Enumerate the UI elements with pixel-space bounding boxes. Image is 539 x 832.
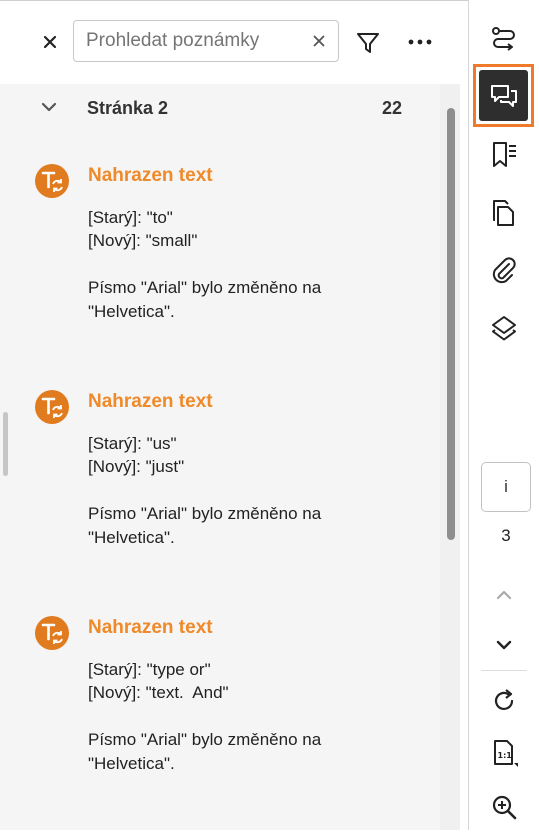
- note-new-text: [Nový]: "text. And": [88, 683, 229, 702]
- collapse-section-button[interactable]: [40, 100, 58, 118]
- search-box: [73, 20, 339, 62]
- layers-icon: [492, 316, 516, 341]
- top-divider: [0, 0, 468, 1]
- compare-icon: [492, 27, 515, 51]
- text-replace-icon: [41, 397, 63, 418]
- note-title: Nahrazen text: [88, 617, 213, 638]
- zoom-in-icon: [492, 795, 517, 820]
- note-new-text: [Nový]: "small": [88, 231, 198, 250]
- note-old-text: [Starý]: "to": [88, 208, 173, 227]
- note-old-text: [Starý]: "us": [88, 434, 177, 453]
- attachments-button[interactable]: [479, 246, 529, 296]
- bookmarks-button[interactable]: [479, 130, 529, 180]
- compare-button[interactable]: [479, 14, 529, 64]
- pages-button[interactable]: [479, 188, 529, 238]
- comments-icon: [490, 84, 517, 107]
- panel-resize-handle[interactable]: [3, 412, 8, 476]
- layers-button[interactable]: [479, 304, 529, 354]
- close-panel-button[interactable]: [38, 30, 62, 54]
- close-icon: [43, 35, 57, 49]
- comments-button[interactable]: [473, 64, 534, 127]
- previous-page-button[interactable]: [479, 570, 529, 620]
- page-section-title: Stránka 2: [87, 98, 169, 118]
- note-item[interactable]: Nahrazen text [Starý]: "to" [Nový]: "sma…: [0, 164, 440, 364]
- note-item[interactable]: Nahrazen text [Starý]: "us" [Nový]: "jus…: [0, 390, 440, 590]
- filter-button[interactable]: [355, 30, 381, 56]
- clear-search-button[interactable]: [310, 32, 328, 50]
- chevron-down-icon: [496, 640, 512, 650]
- text-replace-icon: [41, 623, 63, 644]
- zoom-in-button[interactable]: [479, 782, 529, 832]
- comments-panel: Stránka 2 22 Nahrazen text [Starý]: "to"…: [0, 0, 468, 830]
- note-old-text: [Starý]: "type or": [88, 660, 211, 679]
- filter-icon: [357, 33, 379, 53]
- page-section-count: 22: [381, 98, 402, 118]
- note-avatar: [35, 164, 69, 198]
- current-page-input[interactable]: i: [481, 462, 531, 512]
- rail-divider: [481, 670, 527, 671]
- note-avatar: [35, 616, 69, 650]
- note-avatar: [35, 390, 69, 424]
- notes-list[interactable]: Stránka 2 22 Nahrazen text [Starý]: "to"…: [0, 84, 440, 830]
- actual-size-icon: 1:1: [494, 740, 518, 767]
- right-tool-rail: i 3 1:1: [468, 0, 539, 830]
- note-description: Písmo "Arial" bylo změněno na "Helvetica…: [88, 278, 322, 321]
- chevron-down-icon: [41, 102, 57, 112]
- note-item[interactable]: Nahrazen text [Starý]: "type or" [Nový]:…: [0, 616, 440, 816]
- clear-icon: [313, 35, 325, 47]
- chevron-up-icon: [496, 590, 512, 600]
- actual-size-button[interactable]: 1:1: [479, 728, 529, 778]
- total-pages: 3: [501, 526, 511, 545]
- comments-button-bg: [479, 70, 528, 121]
- scrollbar-thumb[interactable]: [447, 108, 455, 540]
- page-section-header: Stránka 2 22: [0, 84, 440, 132]
- note-title: Nahrazen text: [88, 391, 213, 412]
- attachment-icon: [492, 257, 516, 284]
- bookmarks-icon: [493, 142, 516, 167]
- next-page-button[interactable]: [479, 620, 529, 670]
- pages-icon: [493, 200, 514, 226]
- note-description: Písmo "Arial" bylo změněno na "Helvetica…: [88, 504, 322, 547]
- note-title: Nahrazen text: [88, 165, 213, 186]
- note-description: Písmo "Arial" bylo změněno na "Helvetica…: [88, 730, 322, 773]
- more-icon: [408, 39, 432, 45]
- search-input[interactable]: [86, 21, 306, 61]
- text-replace-icon: [41, 171, 63, 192]
- svg-text:1:1: 1:1: [498, 751, 513, 760]
- more-options-button[interactable]: [405, 30, 435, 54]
- rotate-button[interactable]: [479, 676, 529, 726]
- rotate-icon: [494, 689, 514, 710]
- note-new-text: [Nový]: "just": [88, 457, 185, 476]
